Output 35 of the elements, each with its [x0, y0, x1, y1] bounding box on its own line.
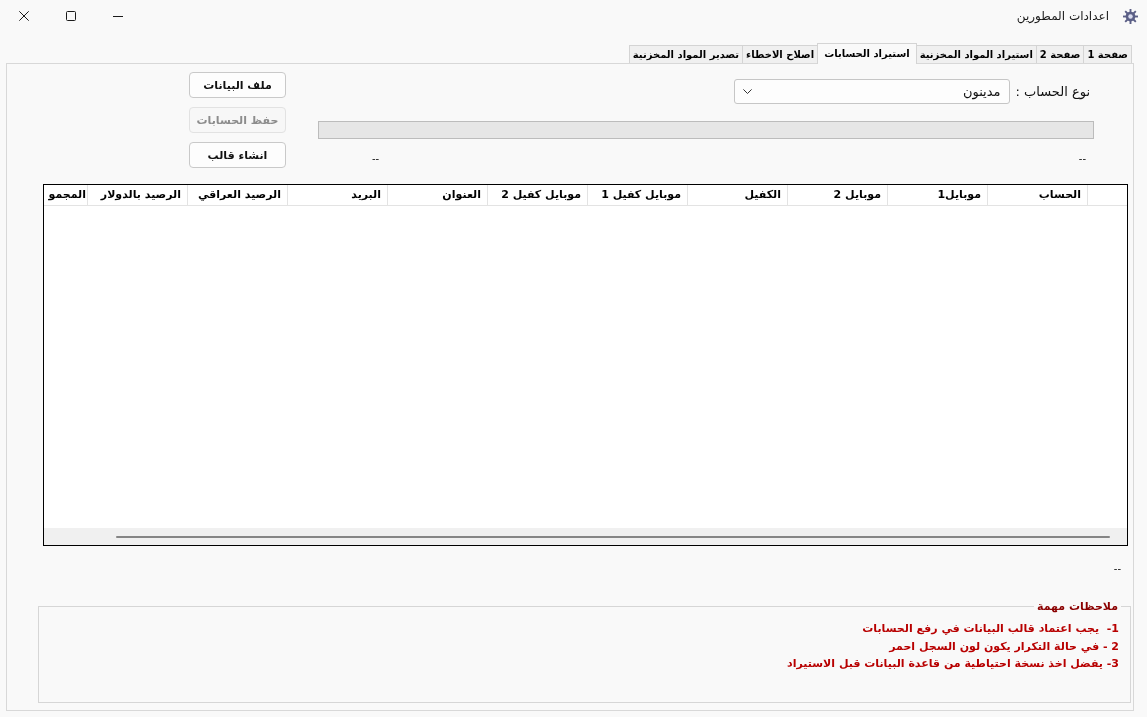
column-header[interactable]: العنوان — [387, 185, 487, 205]
tab[interactable]: اصلاح الاخطاء — [742, 45, 819, 63]
scrollbar-thumb[interactable] — [116, 536, 1110, 538]
gear-icon — [1123, 8, 1138, 24]
column-header[interactable]: الحساب — [987, 185, 1087, 205]
status-label: -- — [1078, 152, 1086, 166]
note-text: 3- يفضل اخذ نسخة احتياطية من قاعدة البيانات قبل الاستيراد — [786, 656, 1119, 672]
status-label: -- — [1113, 562, 1121, 576]
chevron-down-icon — [742, 89, 752, 94]
column-header[interactable]: موبايل كفيل 1 — [587, 185, 687, 205]
field-label: نوع الحساب : — [1015, 84, 1090, 99]
status-label: -- — [372, 152, 380, 166]
tab[interactable]: صفحة 2 — [1035, 45, 1085, 63]
maximize-icon — [65, 11, 76, 21]
tab[interactable]: استيراد المواد المخزنية — [915, 45, 1037, 63]
minimize-icon — [112, 15, 123, 17]
group-title: ملاحظات مهمة — [1036, 600, 1119, 613]
column-header[interactable]: موبايل كفيل 2 — [487, 185, 587, 205]
column-header[interactable]: المجمو — [44, 185, 87, 205]
account-type-dropdown[interactable]: مدينون — [733, 79, 1010, 104]
create-template-button[interactable]: انشاء قالب — [189, 142, 286, 168]
window-title: اعدادات المطورين — [1016, 9, 1109, 23]
tab[interactable]: استيراد الحسابات — [817, 43, 917, 64]
column-header[interactable]: الرصيد بالدولار — [87, 185, 187, 205]
column-header[interactable]: موبايل 2 — [787, 185, 887, 205]
column-header[interactable]: البريد — [287, 185, 387, 205]
note-text: 1- يجب اعتماد قالب البيانات في رفع الحسابات — [861, 621, 1119, 637]
tab[interactable]: صفحة 1 — [1083, 45, 1132, 63]
note-text: 2 - في حالة التكرار يكون لون السجل احمر — [887, 638, 1119, 655]
data-file-button[interactable]: ملف البيانات — [189, 72, 286, 98]
column-header[interactable]: الرصيد العراقي — [187, 185, 287, 205]
close-icon — [18, 11, 29, 21]
column-header[interactable]: الكفيل — [687, 185, 787, 205]
tab[interactable]: تصدير المواد المخزنية — [628, 45, 744, 63]
column-header[interactable]: موبايل1 — [887, 185, 987, 205]
